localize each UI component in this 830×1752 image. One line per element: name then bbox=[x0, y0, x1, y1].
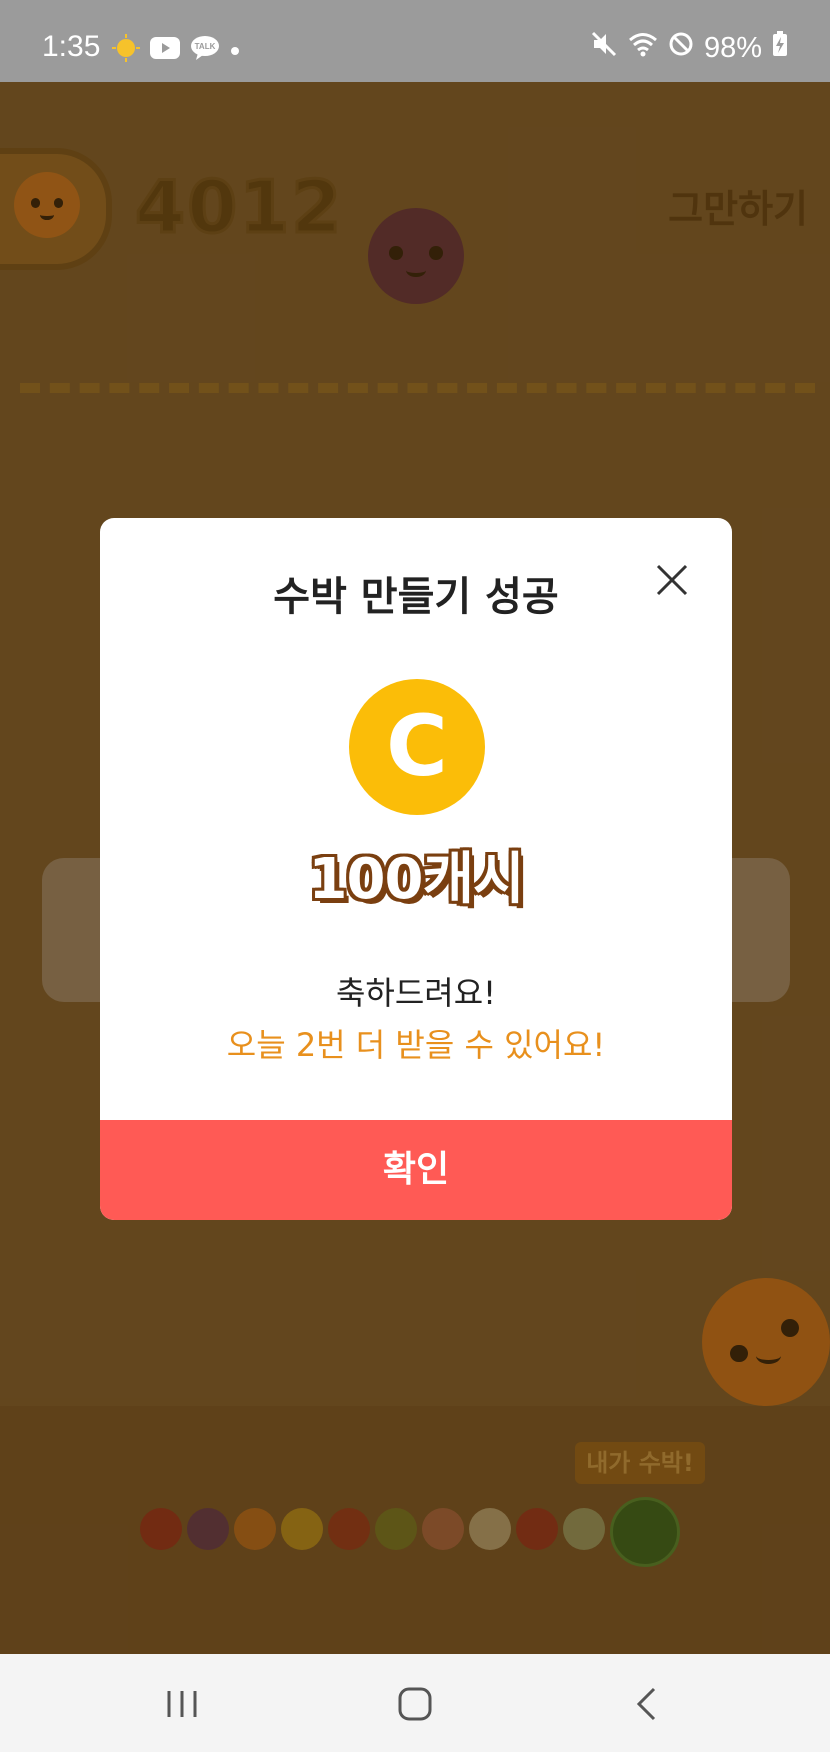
kakaotalk-icon: TALK bbox=[190, 35, 220, 65]
recent-apps-button[interactable] bbox=[152, 1674, 212, 1734]
notification-icons: TALK bbox=[112, 34, 240, 66]
battery-charging-icon bbox=[772, 31, 788, 65]
mute-icon bbox=[590, 30, 618, 66]
wifi-icon bbox=[628, 31, 658, 65]
system-indicators: 98% bbox=[590, 30, 788, 66]
cash-coin-icon: C bbox=[348, 678, 486, 816]
remaining-count-message: 오늘 2번 더 받을 수 있어요! bbox=[226, 1026, 606, 1064]
close-button[interactable] bbox=[654, 562, 690, 598]
home-icon bbox=[398, 1687, 432, 1721]
back-icon bbox=[636, 1687, 656, 1721]
dialog-title: 수박 만들기 성공 bbox=[273, 574, 559, 620]
close-icon bbox=[656, 564, 688, 596]
battery-percent: 98% bbox=[703, 31, 762, 64]
status-bar: 1:35 TALK 98% bbox=[0, 0, 830, 82]
weather-sun-icon bbox=[112, 34, 140, 66]
congrats-message: 축하드려요! bbox=[335, 974, 497, 1012]
dot-icon bbox=[230, 41, 240, 60]
svg-text:TALK: TALK bbox=[195, 42, 216, 51]
reward-amount: 100캐시 bbox=[308, 847, 525, 912]
recent-apps-icon bbox=[167, 1691, 197, 1717]
youtube-icon bbox=[150, 37, 180, 63]
status-time: 1:35 bbox=[42, 30, 101, 63]
success-dialog: 수박 만들기 성공 C 100캐시 축하드려요! 오늘 2번 더 받을 수 있어… bbox=[100, 518, 732, 1220]
home-button[interactable] bbox=[385, 1674, 445, 1734]
do-not-disturb-icon bbox=[668, 31, 694, 65]
confirm-button[interactable]: 확인 bbox=[100, 1120, 732, 1220]
navigation-bar bbox=[0, 1654, 830, 1752]
back-button[interactable] bbox=[616, 1674, 676, 1734]
svg-text:C: C bbox=[386, 697, 448, 795]
